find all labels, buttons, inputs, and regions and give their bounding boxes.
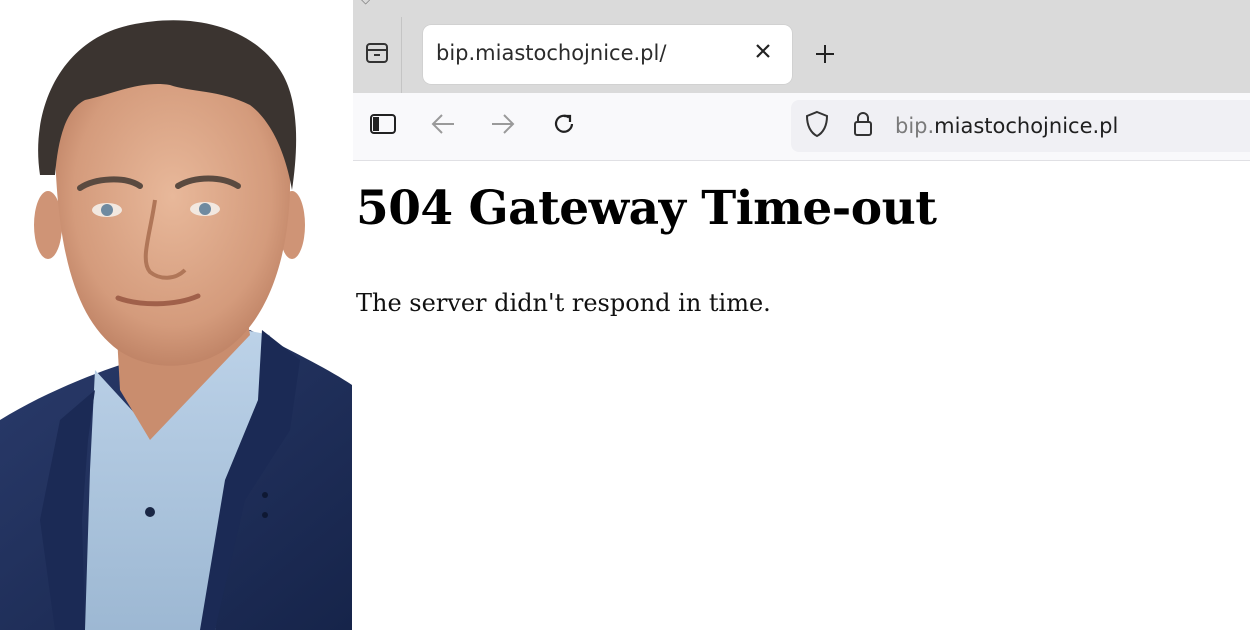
browser-window: ◇ bip.miastochojnice.pl/: [353, 0, 1250, 630]
plus-icon: [814, 43, 836, 69]
forward-arrow-icon: [490, 113, 516, 139]
sidebar-toggle-button[interactable]: [365, 108, 401, 144]
tab-strip: ◇ bip.miastochojnice.pl/: [353, 0, 1250, 93]
error-message: The server didn't respond in time.: [356, 289, 771, 317]
url-text[interactable]: bip.miastochojnice.pl: [895, 114, 1118, 138]
tab-list-button[interactable]: [353, 17, 402, 93]
shield-icon: [804, 110, 830, 142]
back-arrow-icon: [430, 113, 456, 139]
page-content: 504 Gateway Time-out The server didn't r…: [353, 161, 1250, 630]
portrait-photo: [0, 0, 352, 630]
site-security-button[interactable]: [847, 110, 879, 142]
url-bar[interactable]: bip.miastochojnice.pl: [791, 100, 1250, 152]
reload-button[interactable]: [546, 108, 582, 144]
window-drag-handle-icon[interactable]: ◇: [361, 0, 375, 6]
tab-title: bip.miastochojnice.pl/: [436, 41, 667, 65]
forward-button[interactable]: [485, 108, 521, 144]
reload-icon: [551, 111, 577, 141]
error-heading: 504 Gateway Time-out: [356, 181, 937, 236]
active-tab[interactable]: bip.miastochojnice.pl/: [423, 25, 792, 84]
navigation-toolbar: bip.miastochojnice.pl: [353, 93, 1250, 161]
sidebar-icon: [369, 113, 397, 139]
new-tab-button[interactable]: [807, 38, 843, 74]
back-button[interactable]: [425, 108, 461, 144]
tab-list-icon: [364, 41, 390, 69]
tab-close-button[interactable]: [748, 37, 778, 69]
url-domain: miastochojnice.pl: [934, 114, 1119, 138]
close-icon: [755, 43, 771, 63]
tracking-protection-button[interactable]: [801, 110, 833, 142]
lock-icon: [852, 111, 874, 141]
url-prefix: bip.: [895, 114, 935, 138]
